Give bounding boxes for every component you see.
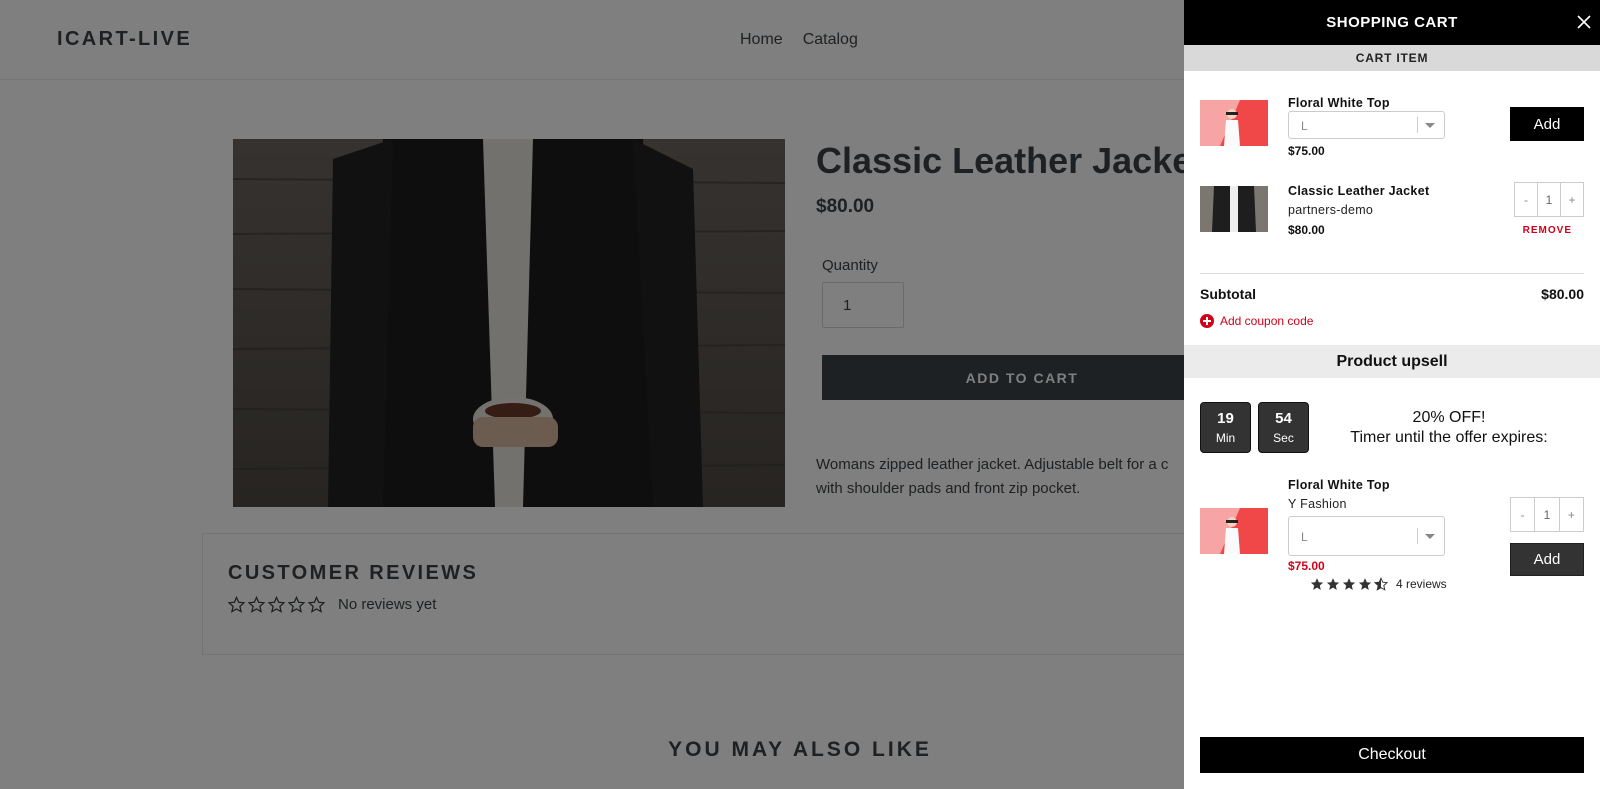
add-coupon-link[interactable]: Add coupon code (1200, 314, 1313, 328)
upsell-heading: Product upsell (1184, 345, 1600, 378)
item-thumbnail (1200, 186, 1268, 232)
item-thumbnail (1200, 100, 1268, 146)
cart-item: Floral White Top L $75.00 Add (1200, 96, 1584, 160)
checkout-button[interactable]: Checkout (1200, 737, 1584, 773)
item-name[interactable]: Floral White Top (1288, 96, 1390, 110)
subtotal-value: $80.00 (1541, 286, 1584, 302)
upsell-add-button[interactable]: Add (1510, 543, 1584, 576)
upsell-name[interactable]: Floral White Top (1288, 478, 1390, 492)
subtotal-divider (1200, 273, 1584, 274)
timer-seconds-unit: Sec (1273, 431, 1294, 445)
upsell-variant-select[interactable]: L (1288, 516, 1445, 556)
star-filled-icon (1342, 578, 1356, 590)
timer-seconds-value: 54 (1275, 410, 1292, 427)
chevron-down-icon (1425, 534, 1435, 539)
offer-subline: Timer until the offer expires: (1350, 429, 1548, 446)
timer-minutes: 19 Min (1200, 402, 1251, 453)
offer-headline: 20% OFF! (1412, 409, 1486, 426)
add-item-button[interactable]: Add (1510, 107, 1584, 141)
add-coupon-label: Add coupon code (1220, 314, 1314, 328)
subtotal-label: Subtotal (1200, 286, 1256, 302)
star-filled-icon (1326, 578, 1340, 590)
decrement-button[interactable]: - (1511, 498, 1534, 531)
item-price: $75.00 (1288, 144, 1325, 158)
chevron-down-icon (1425, 123, 1435, 128)
offer-text: 20% OFF! Timer until the offer expires: (1324, 408, 1574, 448)
upsell-rating: 4 reviews (1310, 577, 1447, 591)
remove-item-link[interactable]: REMOVE (1523, 225, 1572, 236)
timer-seconds: 54 Sec (1258, 402, 1309, 453)
plus-circle-icon (1200, 314, 1214, 328)
upsell-vendor: Y Fashion (1288, 497, 1347, 511)
cart-item-section-label: CART ITEM (1184, 45, 1600, 71)
timer-minutes-unit: Min (1215, 431, 1236, 445)
item-vendor: partners-demo (1288, 203, 1374, 217)
cart-title: SHOPPING CART (1326, 14, 1458, 31)
leather-jacket-thumbnail (1200, 186, 1268, 232)
item-name[interactable]: Classic Leather Jacket (1288, 184, 1429, 198)
quantity-value[interactable]: 1 (1537, 183, 1561, 216)
star-filled-icon (1358, 578, 1372, 590)
upsell-price: $75.00 (1288, 559, 1325, 573)
variant-value: L (1301, 119, 1308, 133)
increment-button[interactable]: + (1561, 183, 1583, 216)
item-price: $80.00 (1288, 223, 1325, 237)
cart-header: SHOPPING CART (1184, 0, 1600, 45)
variant-select[interactable]: L (1288, 111, 1445, 139)
reviews-count[interactable]: 4 reviews (1396, 577, 1447, 591)
star-filled-icon (1310, 578, 1324, 590)
increment-button[interactable]: + (1560, 498, 1583, 531)
cart-item: Classic Leather Jacket partners-demo $80… (1200, 182, 1584, 244)
quantity-stepper: - 1 + (1514, 182, 1584, 217)
floral-top-photo (1200, 508, 1268, 554)
decrement-button[interactable]: - (1515, 183, 1537, 216)
timer-minutes-value: 19 (1217, 410, 1234, 427)
upsell-thumbnail (1200, 508, 1268, 554)
cart-drawer: SHOPPING CART CART ITEM Floral White Top… (1184, 0, 1600, 789)
star-half-icon (1374, 577, 1388, 591)
close-icon[interactable] (1576, 14, 1592, 30)
select-divider (1417, 117, 1418, 133)
floral-top-photo (1200, 100, 1268, 146)
quantity-value[interactable]: 1 (1534, 498, 1560, 531)
variant-value: L (1301, 530, 1308, 544)
quantity-stepper: - 1 + (1510, 497, 1584, 532)
select-divider (1417, 528, 1418, 544)
